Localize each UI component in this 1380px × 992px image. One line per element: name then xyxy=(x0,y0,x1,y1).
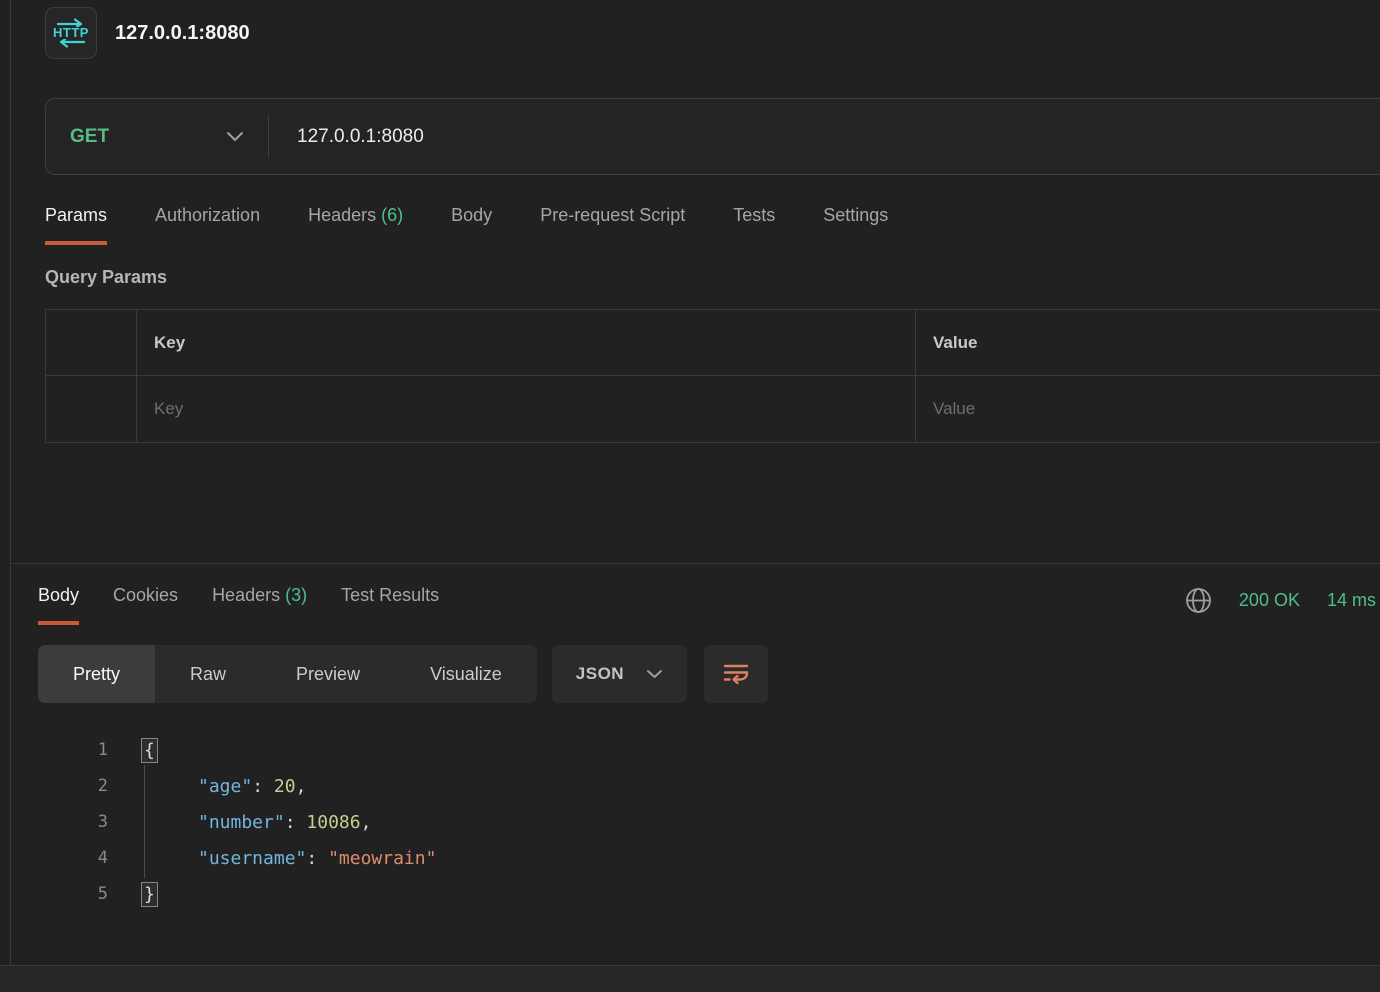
response-tab-test-results[interactable]: Test Results xyxy=(341,585,439,625)
http-icon-label: HTTP xyxy=(53,27,89,39)
tab-params[interactable]: Params xyxy=(45,205,107,245)
request-tabs: Params Authorization Headers (6) Body Pr… xyxy=(45,205,1380,245)
response-tabs: Body Cookies Headers (3) Test Results xyxy=(38,585,439,625)
tab-pre-request-script[interactable]: Pre-request Script xyxy=(540,205,685,245)
postman-app-window: HTTP 127.0.0.1:8080 GET Params Authoriza… xyxy=(0,0,1380,992)
line-number: 3 xyxy=(38,812,108,832)
tab-settings[interactable]: Settings xyxy=(823,205,888,245)
view-tab-preview[interactable]: Preview xyxy=(261,645,395,703)
tab-body[interactable]: Body xyxy=(451,205,492,245)
format-dropdown-label: JSON xyxy=(576,664,624,684)
response-tab-headers[interactable]: Headers (3) xyxy=(212,585,307,625)
json-number-value: 20 xyxy=(274,776,296,797)
url-bar: GET xyxy=(45,98,1380,175)
request-title-row: HTTP 127.0.0.1:8080 xyxy=(45,6,1380,60)
status-bar xyxy=(0,965,1380,992)
code-line: 1 { xyxy=(38,732,1380,768)
code-line: 2 "age": 20, xyxy=(38,768,1380,804)
request-response-divider[interactable] xyxy=(11,563,1380,564)
response-header: Body Cookies Headers (3) Test Results 20… xyxy=(11,585,1380,625)
status-badge[interactable]: 200 OK xyxy=(1239,590,1300,611)
response-tab-cookies[interactable]: Cookies xyxy=(113,585,178,625)
line-number: 1 xyxy=(38,740,108,760)
tab-tests[interactable]: Tests xyxy=(733,205,775,245)
view-tab-raw[interactable]: Raw xyxy=(155,645,261,703)
query-params-title: Query Params xyxy=(45,267,1380,288)
code-line: 4 "username": "meowrain" xyxy=(38,840,1380,876)
wrap-text-icon xyxy=(722,662,750,686)
value-input-cell xyxy=(915,375,1380,442)
response-body-viewer[interactable]: 1 { 2 "age": 20, 3 "number": 10086, 4 "u… xyxy=(11,732,1380,912)
key-input[interactable] xyxy=(137,399,915,419)
json-number-value: 10086 xyxy=(306,812,360,833)
line-number: 2 xyxy=(38,776,108,796)
chevron-down-icon xyxy=(646,669,663,679)
view-tab-visualize[interactable]: Visualize xyxy=(395,645,537,703)
arrow-left-icon xyxy=(56,39,86,48)
indent-guide xyxy=(144,765,145,878)
request-response-panel: HTTP 127.0.0.1:8080 GET Params Authoriza… xyxy=(10,0,1380,965)
view-tab-pretty[interactable]: Pretty xyxy=(38,645,155,703)
http-request-icon: HTTP xyxy=(45,7,97,59)
line-number: 4 xyxy=(38,848,108,868)
url-input[interactable] xyxy=(269,99,1380,174)
row-select-cell xyxy=(46,375,136,442)
value-input[interactable] xyxy=(916,399,1380,419)
query-params-table: Key Value xyxy=(45,309,1380,443)
row-select-header-cell xyxy=(46,310,136,375)
json-string-value: "meowrain" xyxy=(328,848,436,869)
close-brace-token[interactable]: } xyxy=(141,882,158,907)
value-column-header: Value xyxy=(915,310,1380,375)
method-dropdown[interactable]: GET xyxy=(46,99,268,174)
method-label: GET xyxy=(70,126,109,148)
response-headers-count-badge: (3) xyxy=(285,585,307,605)
json-key: "age" xyxy=(198,776,252,797)
tab-authorization[interactable]: Authorization xyxy=(155,205,260,245)
key-input-cell xyxy=(136,375,915,442)
open-brace-token[interactable]: { xyxy=(141,738,158,763)
request-title: 127.0.0.1:8080 xyxy=(115,22,250,45)
network-globe-icon[interactable] xyxy=(1185,587,1212,614)
response-view-controls: Pretty Raw Preview Visualize JSON xyxy=(11,645,1380,703)
response-meta: 200 OK 14 ms xyxy=(1185,587,1380,614)
tab-headers[interactable]: Headers (6) xyxy=(308,205,403,245)
line-number: 5 xyxy=(38,884,108,904)
headers-count-badge: (6) xyxy=(381,205,403,225)
format-dropdown[interactable]: JSON xyxy=(552,645,687,703)
view-mode-segmented-control: Pretty Raw Preview Visualize xyxy=(38,645,537,703)
wrap-text-button[interactable] xyxy=(704,645,768,703)
code-line: 3 "number": 10086, xyxy=(38,804,1380,840)
chevron-down-icon xyxy=(226,131,244,142)
code-line: 5 } xyxy=(38,876,1380,912)
response-tab-body[interactable]: Body xyxy=(38,585,79,625)
json-key: "number" xyxy=(198,812,285,833)
json-key: "username" xyxy=(198,848,306,869)
key-column-header: Key xyxy=(136,310,915,375)
response-time[interactable]: 14 ms xyxy=(1327,590,1376,611)
